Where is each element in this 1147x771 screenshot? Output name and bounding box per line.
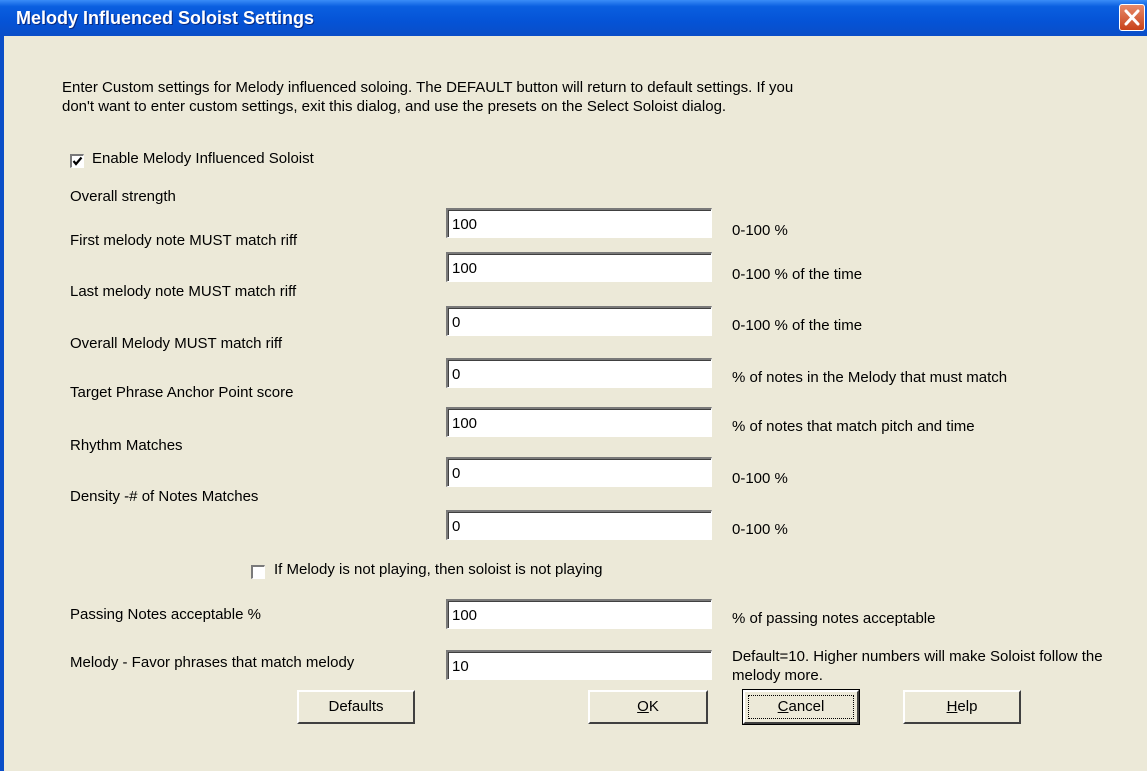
- overall-melody-label: Overall Melody MUST match riff: [70, 335, 282, 352]
- overall-strength-unit: 0-100 %: [732, 222, 788, 239]
- defaults-button[interactable]: Defaults: [297, 690, 415, 724]
- intro-line-1: Enter Custom settings for Melody influen…: [62, 79, 794, 96]
- dialog-window: Melody Influenced Soloist Settings Enter…: [0, 0, 1147, 771]
- checkmark-icon: [72, 156, 83, 166]
- favor-unit-line-1: Default=10. Higher numbers will make Sol…: [732, 648, 1103, 665]
- favor-phrases-input[interactable]: [446, 650, 712, 680]
- intro-text: Enter Custom settings for Melody influen…: [62, 78, 1002, 116]
- defaults-button-label: Defaults: [328, 698, 384, 715]
- density-label: Density -# of Notes Matches: [70, 488, 259, 505]
- anchor-point-unit: % of notes that match pitch and time: [732, 418, 975, 435]
- density-input[interactable]: [446, 510, 712, 540]
- rhythm-matches-unit: 0-100 %: [732, 470, 788, 487]
- overall-melody-input[interactable]: [446, 358, 712, 388]
- ok-label-rest: K: [648, 698, 659, 715]
- anchor-point-label: Target Phrase Anchor Point score: [70, 384, 294, 401]
- anchor-point-input[interactable]: [446, 407, 712, 437]
- rhythm-matches-label: Rhythm Matches: [70, 437, 183, 454]
- last-note-label: Last melody note MUST match riff: [70, 283, 297, 300]
- close-icon: [1124, 9, 1140, 26]
- help-mnemonic: H: [946, 698, 958, 715]
- ok-mnemonic: O: [637, 698, 649, 715]
- cancel-button[interactable]: Cancel: [742, 689, 860, 725]
- favor-unit-line-2: melody more.: [732, 667, 823, 684]
- overall-strength-input[interactable]: [446, 208, 712, 238]
- melody-not-playing-label[interactable]: If Melody is not playing, then soloist i…: [274, 561, 603, 578]
- dialog-content: Enter Custom settings for Melody influen…: [0, 36, 1147, 771]
- help-button[interactable]: Help: [903, 690, 1021, 724]
- help-label-rest: elp: [957, 698, 978, 715]
- first-note-unit: 0-100 % of the time: [732, 266, 863, 283]
- last-note-input[interactable]: [446, 306, 712, 336]
- first-note-input[interactable]: [446, 252, 712, 282]
- intro-line-2: don't want to enter custom settings, exi…: [62, 98, 727, 115]
- enable-checkbox[interactable]: [70, 154, 84, 168]
- melody-not-playing-checkbox[interactable]: [251, 565, 265, 579]
- close-button[interactable]: [1119, 4, 1145, 31]
- last-note-unit: 0-100 % of the time: [732, 317, 863, 334]
- favor-phrases-unit: Default=10. Higher numbers will make Sol…: [732, 647, 1103, 685]
- favor-phrases-label: Melody - Favor phrases that match melody: [70, 654, 355, 671]
- ok-button[interactable]: OK: [588, 690, 708, 724]
- first-note-label: First melody note MUST match riff: [70, 232, 298, 249]
- title-bar[interactable]: Melody Influenced Soloist Settings: [0, 0, 1147, 36]
- passing-notes-unit: % of passing notes acceptable: [732, 610, 936, 627]
- enable-label[interactable]: Enable Melody Influenced Soloist: [92, 150, 314, 167]
- density-unit: 0-100 %: [732, 521, 788, 538]
- dialog-title: Melody Influenced Soloist Settings: [16, 8, 315, 28]
- overall-strength-label: Overall strength: [70, 188, 176, 205]
- passing-notes-input[interactable]: [446, 599, 712, 629]
- overall-melody-unit: % of notes in the Melody that must match: [732, 369, 1008, 386]
- passing-notes-label: Passing Notes acceptable %: [70, 606, 261, 623]
- rhythm-matches-input[interactable]: [446, 457, 712, 487]
- focus-ring: [748, 695, 854, 719]
